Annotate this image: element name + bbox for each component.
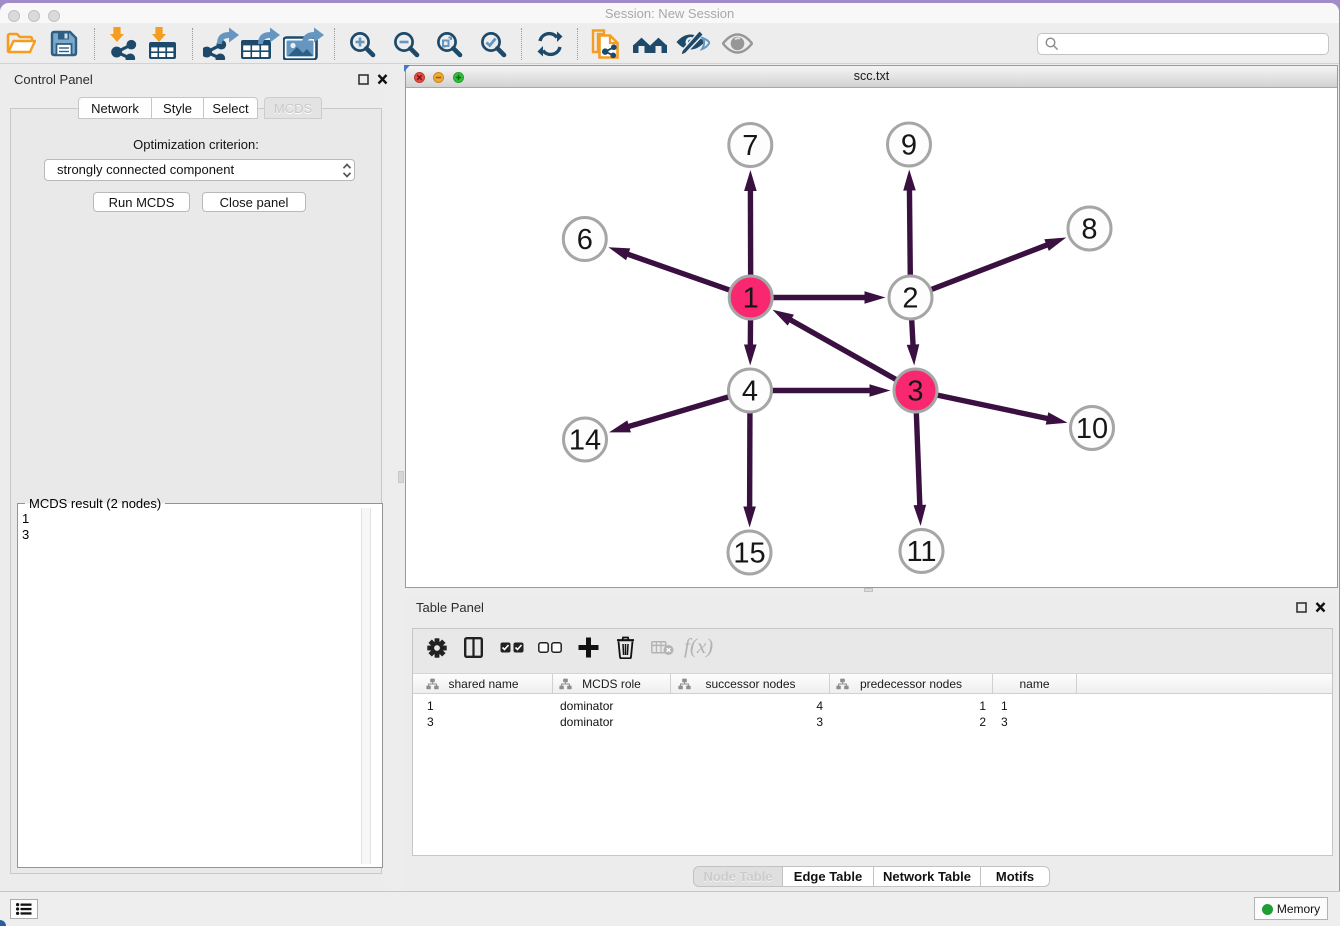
svg-text:7: 7 <box>742 130 758 162</box>
svg-text:10: 10 <box>1076 413 1108 445</box>
svg-text:9: 9 <box>901 130 917 162</box>
svg-text:8: 8 <box>1081 214 1097 246</box>
svg-text:6: 6 <box>577 224 593 256</box>
svg-text:2: 2 <box>902 283 918 315</box>
svg-text:14: 14 <box>569 425 601 457</box>
svg-text:11: 11 <box>906 536 936 568</box>
svg-text:3: 3 <box>907 376 923 408</box>
svg-text:4: 4 <box>742 376 758 408</box>
svg-text:15: 15 <box>733 538 765 570</box>
svg-text:1: 1 <box>743 283 759 315</box>
